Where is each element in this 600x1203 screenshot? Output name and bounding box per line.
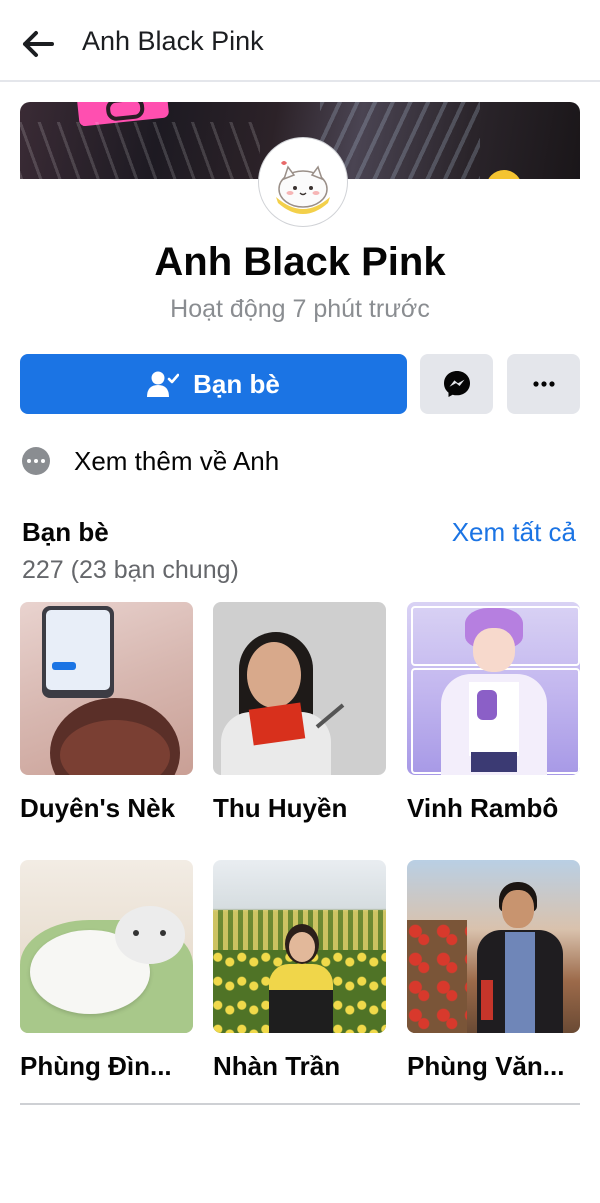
friend-name: Nhàn Trần (213, 1051, 341, 1081)
avatar[interactable] (259, 138, 347, 226)
friend-name: Thu Huyền (213, 793, 348, 823)
friend-photo (407, 602, 580, 775)
activity-status: Hoạt động 7 phút trước (170, 295, 430, 323)
friend-card[interactable]: Phùng Văn... (407, 860, 580, 1082)
friend-name: Vinh Rambô (407, 793, 559, 823)
friends-count: 227 (23 bạn chung) (22, 556, 239, 584)
top-bar: Anh Black Pink (0, 0, 600, 82)
friend-card[interactable]: Nhàn Trần (213, 860, 386, 1082)
friend-photo (407, 860, 580, 1033)
see-more-about-label: Xem thêm về Anh (74, 445, 280, 476)
friend-check-icon (147, 371, 180, 397)
friend-photo (20, 860, 193, 1033)
messenger-button[interactable] (420, 354, 493, 414)
more-dots-circle-icon (22, 447, 50, 475)
cover-decoration (486, 170, 522, 179)
profile-name: Anh Black Pink (154, 240, 446, 284)
friend-name: Phùng Văn... (407, 1051, 565, 1081)
cat-avatar-image (262, 141, 344, 223)
friend-card[interactable]: Duyên's Nèk (20, 602, 193, 824)
cover-decoration (20, 122, 260, 179)
more-options-button[interactable] (507, 354, 580, 414)
friend-photo (213, 602, 386, 775)
more-dots-icon (532, 381, 555, 387)
friend-photo (213, 860, 386, 1033)
page-title: Anh Black Pink (82, 26, 264, 56)
back-button[interactable] (18, 26, 58, 62)
see-all-friends-link[interactable]: Xem tất cả (452, 517, 576, 548)
friend-card[interactable]: Vinh Rambô (407, 602, 580, 824)
friend-card[interactable]: Phùng Đìn... (20, 860, 193, 1082)
see-more-about-link[interactable]: Xem thêm về Anh (22, 440, 279, 482)
messenger-icon (443, 371, 470, 397)
friend-name: Duyên's Nèk (20, 793, 176, 823)
arrow-left-icon (23, 31, 54, 57)
friend-name: Phùng Đìn... (20, 1051, 172, 1081)
section-divider (20, 1103, 580, 1105)
friends-button[interactable]: Bạn bè (20, 354, 407, 414)
friends-button-label: Bạn bè (193, 368, 280, 399)
friend-card[interactable]: Thu Huyền (213, 602, 386, 824)
friends-section-title: Bạn bè (22, 517, 109, 547)
friend-photo (20, 602, 193, 775)
